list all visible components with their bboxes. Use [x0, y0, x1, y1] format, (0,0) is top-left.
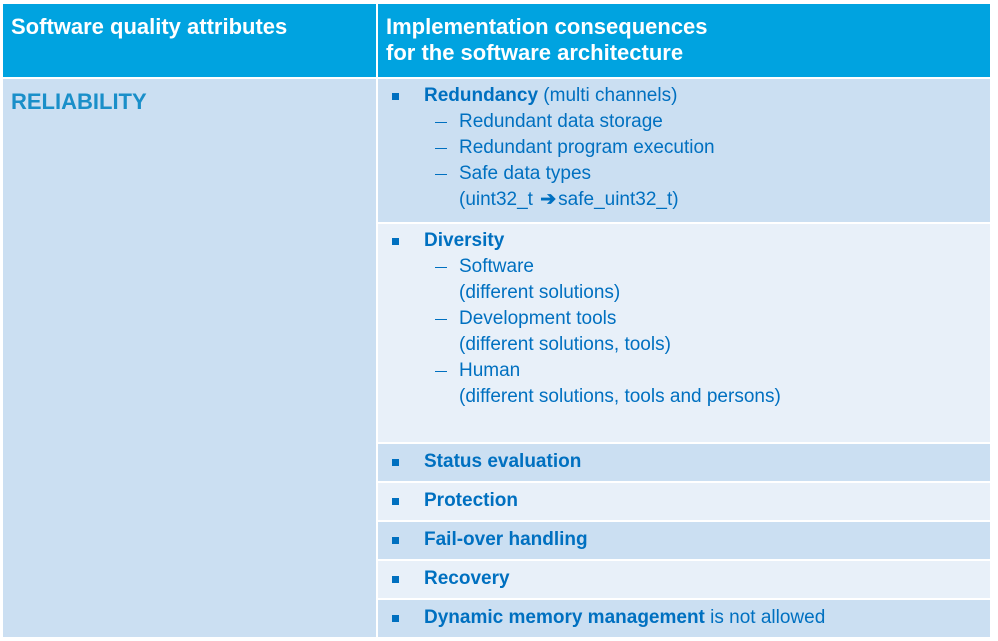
row-title-line: Diversity: [424, 228, 504, 254]
dash-bullet-icon: [435, 148, 447, 149]
sub-item-label: Human: [459, 360, 521, 381]
row-title: Dynamic memory management: [424, 607, 705, 628]
sub-item-label: Development tools: [459, 308, 617, 329]
row-diversity: Diversity Software (different solutions)…: [378, 224, 990, 442]
row-title: Redundancy: [424, 85, 539, 106]
row-title: Protection: [424, 490, 518, 511]
row-title: Recovery: [424, 568, 510, 589]
row-title: Status evaluation: [424, 451, 582, 472]
dash-bullet-icon: [435, 319, 447, 320]
type-from: (uint32_t: [459, 189, 539, 210]
row-status-evaluation: Status evaluation: [378, 444, 990, 481]
row-title-line: Fail-over handling: [424, 527, 588, 553]
header-col-implementation-consequences: Implementation consequences for the soft…: [378, 4, 990, 77]
row-recovery: Recovery: [378, 561, 990, 598]
sub-item-note: (different solutions): [459, 282, 621, 303]
header-col2-line1: Implementation consequences: [386, 14, 708, 39]
square-bullet-icon: [392, 459, 399, 466]
row-redundancy: Redundancy (multi channels) Redundant da…: [378, 79, 990, 222]
square-bullet-icon: [392, 498, 399, 505]
header-col-quality-attributes: Software quality attributes: [3, 4, 376, 77]
dash-bullet-icon: [435, 122, 447, 123]
dash-bullet-icon: [435, 267, 447, 268]
row-title-line: Dynamic memory management is not allowed: [424, 605, 825, 631]
sub-item-note: (different solutions, tools): [459, 334, 671, 355]
safe-type-mapping: (uint32_t ➔ safe_uint32_t): [459, 187, 679, 213]
row-protection: Protection: [378, 483, 990, 520]
sub-item-label: Software: [459, 256, 534, 277]
row-title-line: Status evaluation: [424, 449, 581, 475]
sub-item: Redundant data storage: [459, 111, 663, 132]
attribute-reliability: RELIABILITY: [11, 89, 147, 114]
square-bullet-icon: [392, 238, 399, 245]
square-bullet-icon: [392, 93, 399, 100]
dash-bullet-icon: [435, 371, 447, 372]
row-suffix: (multi channels): [538, 85, 678, 106]
quality-attributes-table: Software quality attributes Implementati…: [3, 4, 990, 637]
row-suffix: is not allowed: [704, 607, 826, 628]
row-title: Fail-over handling: [424, 529, 588, 550]
header-col2-line2: for the software architecture: [386, 40, 684, 65]
dash-bullet-icon: [435, 174, 447, 175]
row-title-line: Protection: [424, 488, 518, 514]
row-title-line: Redundancy (multi channels): [424, 83, 677, 109]
row-fail-over-handling: Fail-over handling: [378, 522, 990, 559]
arrow-right-icon: ➔: [540, 189, 557, 210]
square-bullet-icon: [392, 537, 399, 544]
row-dynamic-memory-management: Dynamic memory management is not allowed: [378, 600, 990, 637]
sub-item: Safe data types: [459, 163, 592, 184]
sub-item-note: (different solutions, tools and persons): [459, 386, 781, 407]
type-to: safe_uint32_t): [558, 189, 679, 210]
square-bullet-icon: [392, 576, 399, 583]
sub-item: Redundant program execution: [459, 137, 715, 158]
row-title-line: Recovery: [424, 566, 510, 592]
row-title: Diversity: [424, 230, 505, 251]
attribute-cell: RELIABILITY: [3, 79, 376, 637]
square-bullet-icon: [392, 615, 399, 622]
header-col1-label: Software quality attributes: [11, 14, 288, 39]
